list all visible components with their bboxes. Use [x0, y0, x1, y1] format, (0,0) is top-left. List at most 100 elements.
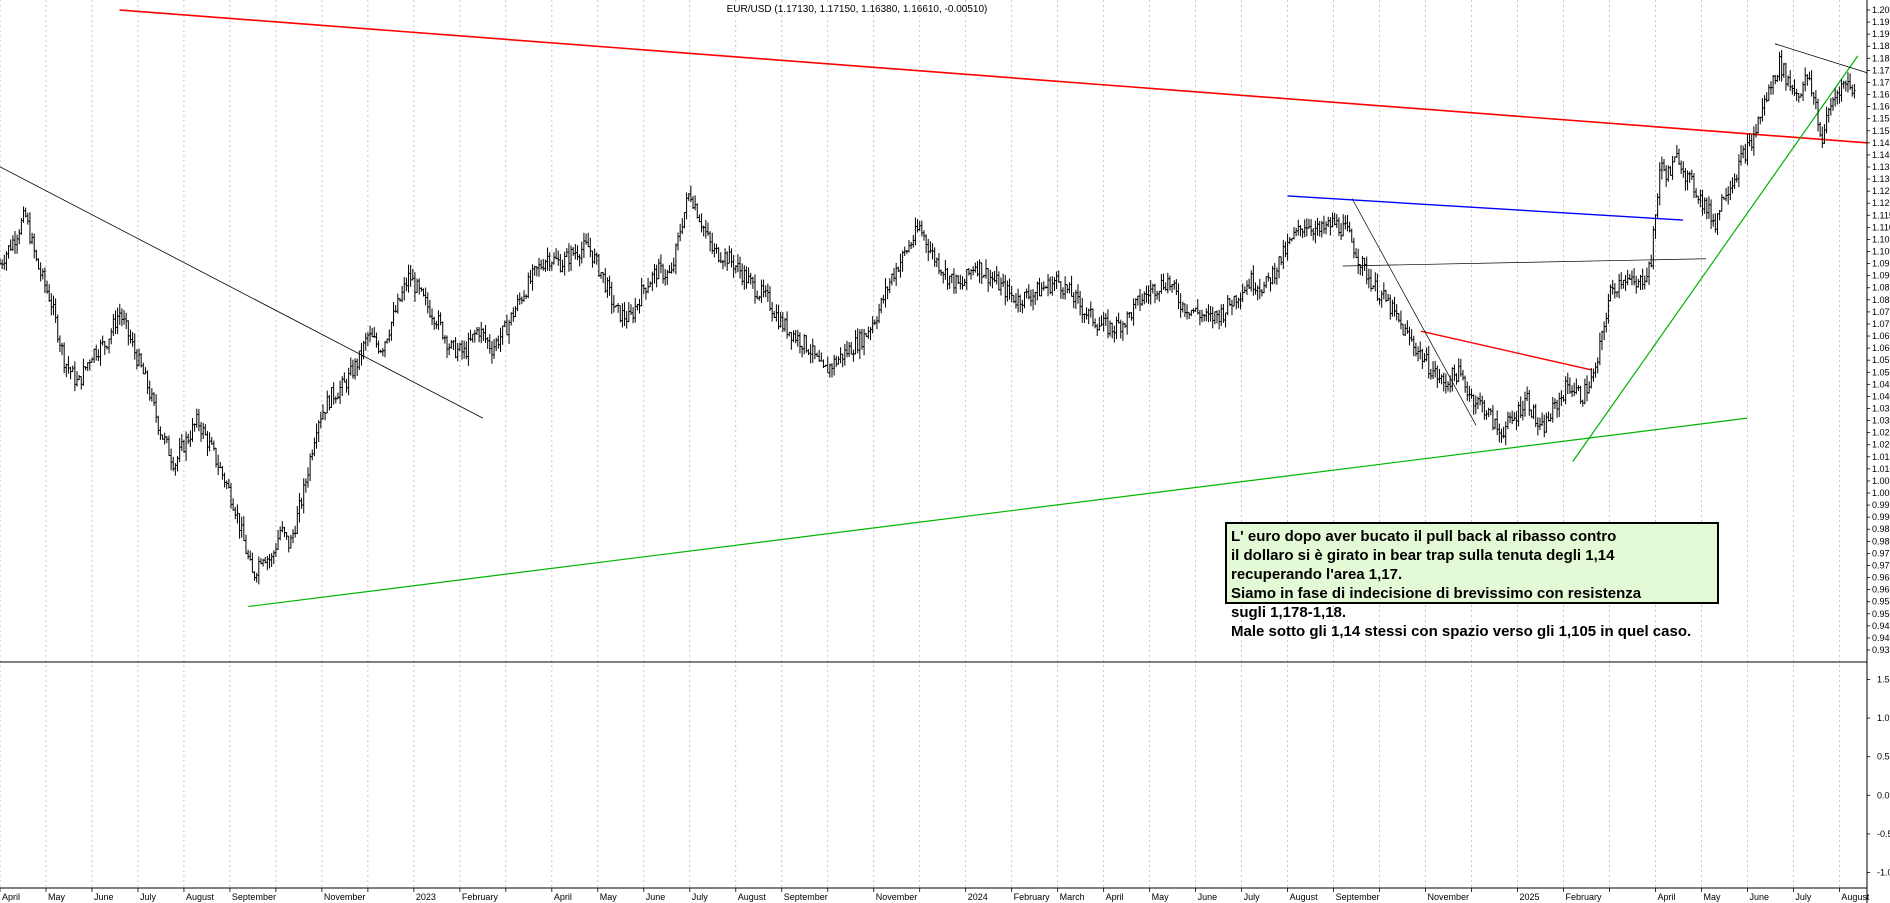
month-label: February: [462, 892, 499, 902]
month-label: June: [646, 892, 666, 902]
month-label: February: [1565, 892, 1602, 902]
month-label: April: [1657, 892, 1675, 902]
month-label: July: [140, 892, 157, 902]
price-tick-label: 0.995: [1872, 500, 1890, 510]
month-label: June: [1749, 892, 1769, 902]
month-label: May: [1152, 892, 1170, 902]
note-line: Siamo in fase di indecisione di brevissi…: [1231, 585, 1642, 602]
price-tick-label: 0.955: [1872, 597, 1890, 607]
price-tick-label: 1.110: [1872, 222, 1890, 232]
month-label: March: [1060, 892, 1085, 902]
price-tick-label: 1.195: [1872, 17, 1890, 27]
axes: 0.935 0.940 0.945 0.950 0.955 0.960 0.965 0.970…: [0, 0, 1890, 903]
trendline: [1420, 330, 1592, 371]
analysis-note: L' euro dopo aver bucato il pull back al…: [1225, 522, 1719, 640]
price-tick-label: 1.160: [1872, 102, 1890, 112]
price-tick-label: 1.090: [1872, 271, 1890, 281]
price-tick-label: 1.000: [1872, 488, 1890, 498]
month-label: September: [784, 892, 828, 902]
price-tick-label: 1.190: [1872, 29, 1890, 39]
month-label: November: [1428, 892, 1470, 902]
price-tick-label: 1.030: [1872, 416, 1890, 426]
month-label: September: [232, 892, 276, 902]
month-label: April: [554, 892, 572, 902]
month-label: February: [1014, 892, 1051, 902]
indicator-tick-label: 1.0: [1877, 713, 1890, 723]
price-tick-label: 1.080: [1872, 295, 1890, 305]
price-tick-label: 0.965: [1872, 573, 1890, 583]
trendline: [1774, 43, 1868, 74]
price-tick-label: 1.020: [1872, 440, 1890, 450]
eurusd-chart: 0.935 0.940 0.945 0.950 0.955 0.960 0.965 0.970…: [0, 0, 1890, 903]
price-tick-label: 1.200: [1872, 5, 1890, 15]
month-label: August: [186, 892, 215, 902]
price-tick-label: 1.085: [1872, 283, 1890, 293]
price-tick-label: 0.975: [1872, 548, 1890, 558]
price-tick-label: 1.155: [1872, 114, 1890, 124]
price-tick-label: 1.125: [1872, 186, 1890, 196]
price-tick-label: 1.120: [1872, 198, 1890, 208]
price-tick-label: 0.935: [1872, 645, 1890, 655]
month-label: July: [692, 892, 709, 902]
indicator-tick-label: -1.0: [1877, 868, 1890, 878]
month-label: May: [600, 892, 618, 902]
price-tick-label: 1.055: [1872, 355, 1890, 365]
price-tick-label: 0.960: [1872, 585, 1890, 595]
trendline: [119, 9, 1868, 144]
month-gridlines: [0, 0, 1840, 888]
price-tick-label: 0.970: [1872, 560, 1890, 570]
price-tick-label: 1.005: [1872, 476, 1890, 486]
note-line: recuperando l'area 1,17.: [1231, 566, 1403, 583]
price-tick-label: 1.165: [1872, 90, 1890, 100]
price-tick-label: 1.010: [1872, 464, 1890, 474]
price-tick-label: 1.060: [1872, 343, 1890, 353]
month-label: August: [738, 892, 767, 902]
trendline: [1572, 55, 1859, 462]
indicator-tick-label: 0.5: [1877, 752, 1890, 762]
price-tick-label: 1.130: [1872, 174, 1890, 184]
month-label: May: [48, 892, 66, 902]
note-line: sugli 1,178-1,18.: [1231, 604, 1347, 621]
trendline: [1351, 198, 1477, 426]
price-candles: [0, 49, 1856, 585]
price-tick-label: 1.105: [1872, 234, 1890, 244]
price-tick-label: 1.180: [1872, 53, 1890, 63]
trendlines: [0, 9, 1868, 608]
price-tick-label: 1.035: [1872, 403, 1890, 413]
note-line: Male sotto gli 1,14 stessi con spazio ve…: [1231, 623, 1692, 640]
month-label: June: [94, 892, 114, 902]
price-tick-label: 1.185: [1872, 41, 1890, 51]
price-tick-label: 1.170: [1872, 77, 1890, 87]
indicator-tick-label: 0.0: [1877, 790, 1890, 800]
month-label: 2024: [968, 892, 988, 902]
price-tick-label: 1.075: [1872, 307, 1890, 317]
price-tick-label: 0.990: [1872, 512, 1890, 522]
indicator-tick-label: -0.5: [1877, 829, 1890, 839]
price-tick-label: 1.065: [1872, 331, 1890, 341]
price-tick-label: 1.145: [1872, 138, 1890, 148]
instrument-readout: EUR/USD (1.17130, 1.17150, 1.16380, 1.16…: [727, 4, 988, 15]
price-tick-label: 1.045: [1872, 379, 1890, 389]
month-label: July: [1795, 892, 1812, 902]
price-tick-label: 1.100: [1872, 247, 1890, 257]
month-label: August: [1841, 892, 1870, 902]
price-tick-label: 1.135: [1872, 162, 1890, 172]
price-tick-label: 1.025: [1872, 428, 1890, 438]
note-line: L' euro dopo aver bucato il pull back al…: [1231, 528, 1617, 545]
price-tick-label: 1.140: [1872, 150, 1890, 160]
price-tick-label: 0.940: [1872, 633, 1890, 643]
month-label: September: [1336, 892, 1380, 902]
price-tick-label: 0.945: [1872, 621, 1890, 631]
note-line: il dollaro si è girato in bear trap sull…: [1231, 547, 1615, 564]
price-tick-label: 0.950: [1872, 609, 1890, 619]
price-tick-label: 1.095: [1872, 259, 1890, 269]
price-tick-label: 1.115: [1872, 210, 1890, 220]
trendline: [1287, 195, 1684, 221]
month-label: April: [1106, 892, 1124, 902]
month-label: August: [1290, 892, 1319, 902]
price-tick-label: 0.985: [1872, 524, 1890, 534]
price-tick-label: 1.150: [1872, 126, 1890, 136]
month-label: 2025: [1520, 892, 1540, 902]
price-tick-label: 1.040: [1872, 391, 1890, 401]
month-label: 2023: [416, 892, 436, 902]
